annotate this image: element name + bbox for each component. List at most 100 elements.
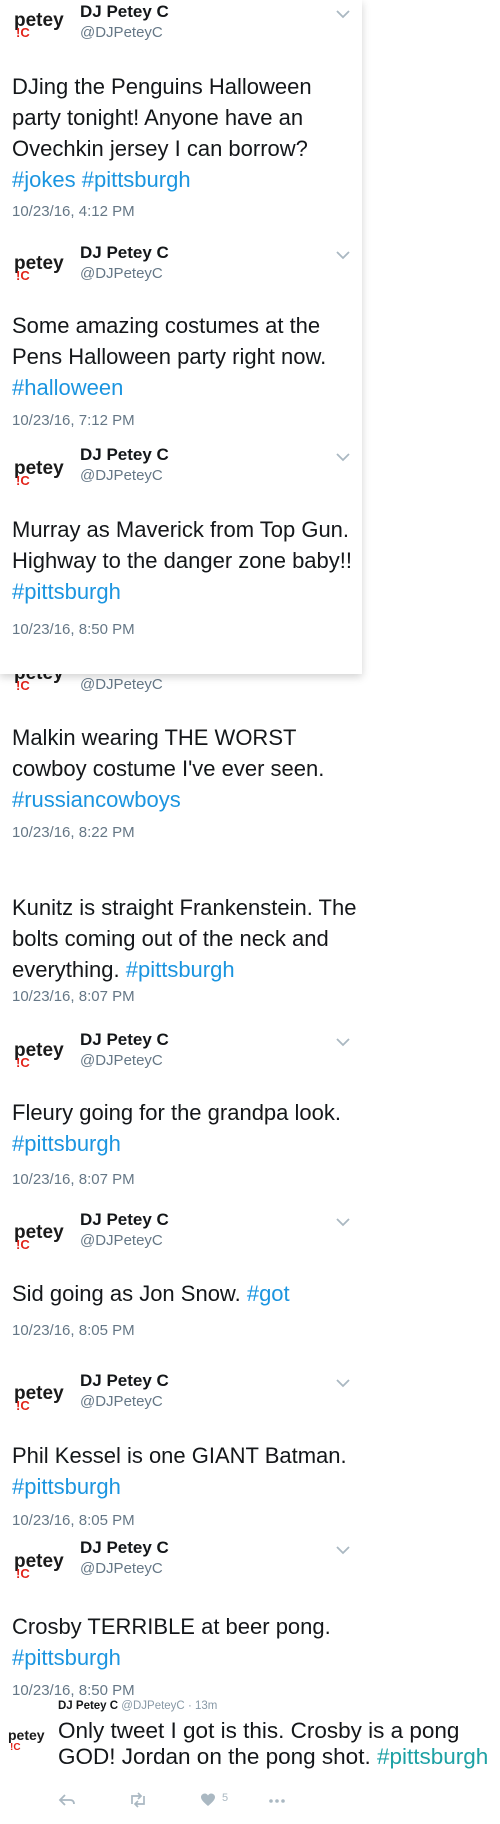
chevron-down-icon[interactable] (336, 1378, 350, 1388)
author-handle[interactable]: @DJPeteyC (121, 1700, 184, 1712)
author-handle[interactable]: @DJPeteyC (80, 1052, 163, 1069)
author-name[interactable]: DJ Petey C (80, 1210, 169, 1230)
tweet-5[interactable]: Kunitz is straight Frankenstein. The bol… (0, 860, 360, 1020)
hashtag[interactable]: #got (247, 1281, 290, 1306)
reply-icon[interactable] (58, 1790, 76, 1810)
petey-logo: petey !C (14, 1222, 64, 1251)
logo-mark: !C (16, 268, 30, 282)
petey-logo: petey !C (14, 253, 64, 282)
tweet-timestamp[interactable]: 10/23/16, 8:05 PM (12, 1512, 135, 1529)
logo-mark: !C (16, 1398, 30, 1412)
logo-word: petey (8, 1727, 45, 1743)
hashtag[interactable]: #pittsburgh (82, 167, 191, 192)
chevron-down-icon[interactable] (336, 250, 350, 260)
tweet-text: Fleury going for the grandpa look. #pitt… (12, 1097, 360, 1159)
avatar[interactable]: petey !C (12, 1035, 70, 1069)
avatar[interactable]: petey !C (8, 1726, 52, 1761)
avatar[interactable]: petey !C (12, 453, 70, 487)
tweet-body: Some amazing costumes at the Pens Hallow… (12, 313, 327, 369)
author-name[interactable]: DJ Petey C (80, 445, 169, 465)
author-name[interactable]: DJ Petey C (80, 1030, 169, 1050)
hashtag[interactable]: #pittsburgh (12, 579, 121, 604)
tweet-timestamp[interactable]: 10/23/16, 4:12 PM (12, 203, 135, 220)
heart-icon[interactable] (200, 1790, 216, 1810)
chevron-down-icon[interactable] (336, 1217, 350, 1227)
hashtag[interactable]: #pittsburgh (377, 1744, 488, 1769)
logo-mark: !C (16, 678, 30, 692)
more-icon[interactable] (268, 1790, 286, 1810)
avatar[interactable]: petey !C (12, 248, 70, 282)
author-handle[interactable]: @DJPeteyC (80, 676, 163, 693)
petey-logo: petey !C (8, 1727, 45, 1753)
tweet-text: DJing the Penguins Halloween party tonig… (12, 71, 360, 195)
author-name[interactable]: DJ Petey C (58, 1700, 118, 1712)
author-name[interactable]: DJ Petey C (80, 1538, 169, 1558)
tweet-text: Some amazing costumes at the Pens Hallow… (12, 310, 360, 403)
relative-time[interactable]: 13m (195, 1700, 217, 1712)
avatar[interactable]: petey !C (12, 5, 70, 39)
tweet-body: DJing the Penguins Halloween party tonig… (12, 74, 312, 161)
author-handle[interactable]: @DJPeteyC (80, 24, 163, 41)
avatar[interactable]: petey !C (12, 1378, 70, 1412)
petey-logo: petey !C (14, 10, 64, 39)
tweet-timestamp[interactable]: 10/23/16, 7:12 PM (12, 412, 135, 429)
hashtag[interactable]: #pittsburgh (12, 1131, 121, 1156)
chevron-down-icon[interactable] (336, 1037, 350, 1047)
retweet-icon[interactable] (128, 1790, 148, 1810)
tweet-timestamp[interactable]: 10/23/16, 8:07 PM (12, 1171, 135, 1188)
tweet-body: Sid going as Jon Snow. (12, 1281, 247, 1306)
tweet-body: Malkin wearing THE WORST cowboy costume … (12, 725, 325, 781)
author-name[interactable]: DJ Petey C (80, 2, 169, 22)
avatar[interactable]: petey !C (12, 1217, 70, 1251)
petey-logo: petey !C (14, 1383, 64, 1412)
tweet-body: Phil Kessel is one GIANT Batman. (12, 1443, 347, 1468)
author-handle[interactable]: @DJPeteyC (80, 467, 163, 484)
tweet-1[interactable]: petey !C DJ Petey C @DJPeteyC DJing the … (0, 0, 360, 236)
tweet-timestamp[interactable]: 10/23/16, 8:07 PM (12, 988, 135, 1005)
tweet-timestamp[interactable]: 10/23/16, 8:05 PM (12, 1322, 135, 1339)
hashtag[interactable]: #russiancowboys (12, 787, 181, 812)
logo-mark: !C (16, 1055, 30, 1069)
author-handle[interactable]: @DJPeteyC (80, 1560, 163, 1577)
tweet-text: Malkin wearing THE WORST cowboy costume … (12, 722, 360, 815)
tweet-9[interactable]: petey !C DJ Petey C @DJPeteyC Crosby TER… (0, 1530, 360, 1699)
embedded-tweet[interactable]: petey !C DJ Petey C @DJPeteyC · 13m Only… (0, 1690, 500, 1824)
tweet-timestamp[interactable]: 10/23/16, 8:22 PM (12, 824, 135, 841)
chevron-down-icon[interactable] (336, 452, 350, 462)
tweet-4[interactable]: petey !C @DJPeteyC Malkin wearing THE WO… (0, 660, 360, 860)
tweet-8[interactable]: petey !C DJ Petey C @DJPeteyC Phil Kesse… (0, 1360, 360, 1529)
tweet-text: Crosby TERRIBLE at beer pong. #pittsburg… (12, 1611, 360, 1673)
chevron-down-icon[interactable] (336, 9, 350, 19)
logo-mark: !C (16, 25, 30, 39)
author-handle[interactable]: @DJPeteyC (80, 1393, 163, 1410)
author-name[interactable]: DJ Petey C (80, 1371, 169, 1391)
hashtag[interactable]: #jokes (12, 167, 76, 192)
tweet-text: Only tweet I got is this. Crosby is a po… (58, 1718, 498, 1770)
author-handle[interactable]: @DJPeteyC (80, 1232, 163, 1249)
tweet-timestamp[interactable]: 10/23/16, 8:50 PM (12, 621, 135, 638)
tweet-text: Kunitz is straight Frankenstein. The bol… (12, 892, 360, 985)
hashtag[interactable]: #pittsburgh (12, 1474, 121, 1499)
tweet-6[interactable]: petey !C DJ Petey C @DJPeteyC Fleury goi… (0, 1020, 360, 1200)
tweet-7[interactable]: petey !C DJ Petey C @DJPeteyC Sid going … (0, 1200, 360, 1360)
tweet-header: DJ Petey C @DJPeteyC · 13m (58, 1700, 217, 1712)
tweet-body: Fleury going for the grandpa look. (12, 1100, 341, 1125)
separator: · (187, 1700, 192, 1712)
hashtag[interactable]: #pittsburgh (126, 957, 235, 982)
hashtag[interactable]: #pittsburgh (12, 1645, 121, 1670)
logo-mark: !C (10, 1742, 21, 1753)
author-handle[interactable]: @DJPeteyC (80, 265, 163, 282)
overlay-card: petey !C DJ Petey C @DJPeteyC DJing the … (0, 0, 362, 674)
tweet-2[interactable]: petey !C DJ Petey C @DJPeteyC Some amazi… (0, 236, 360, 436)
hashtag[interactable]: #halloween (12, 375, 123, 400)
petey-logo: petey !C (14, 1040, 64, 1069)
chevron-down-icon[interactable] (336, 1545, 350, 1555)
like-count: 5 (222, 1792, 229, 1804)
tweet-3[interactable]: petey !C DJ Petey C @DJPeteyC Murray as … (0, 436, 360, 674)
tweet-actions: 5 (58, 1790, 358, 1810)
tweet-text: Sid going as Jon Snow. #got (12, 1278, 360, 1309)
avatar[interactable]: petey !C (12, 1546, 70, 1580)
tweet-text: Phil Kessel is one GIANT Batman. #pittsb… (12, 1440, 360, 1502)
author-name[interactable]: DJ Petey C (80, 243, 169, 263)
tweet-body: Crosby TERRIBLE at beer pong. (12, 1614, 331, 1639)
